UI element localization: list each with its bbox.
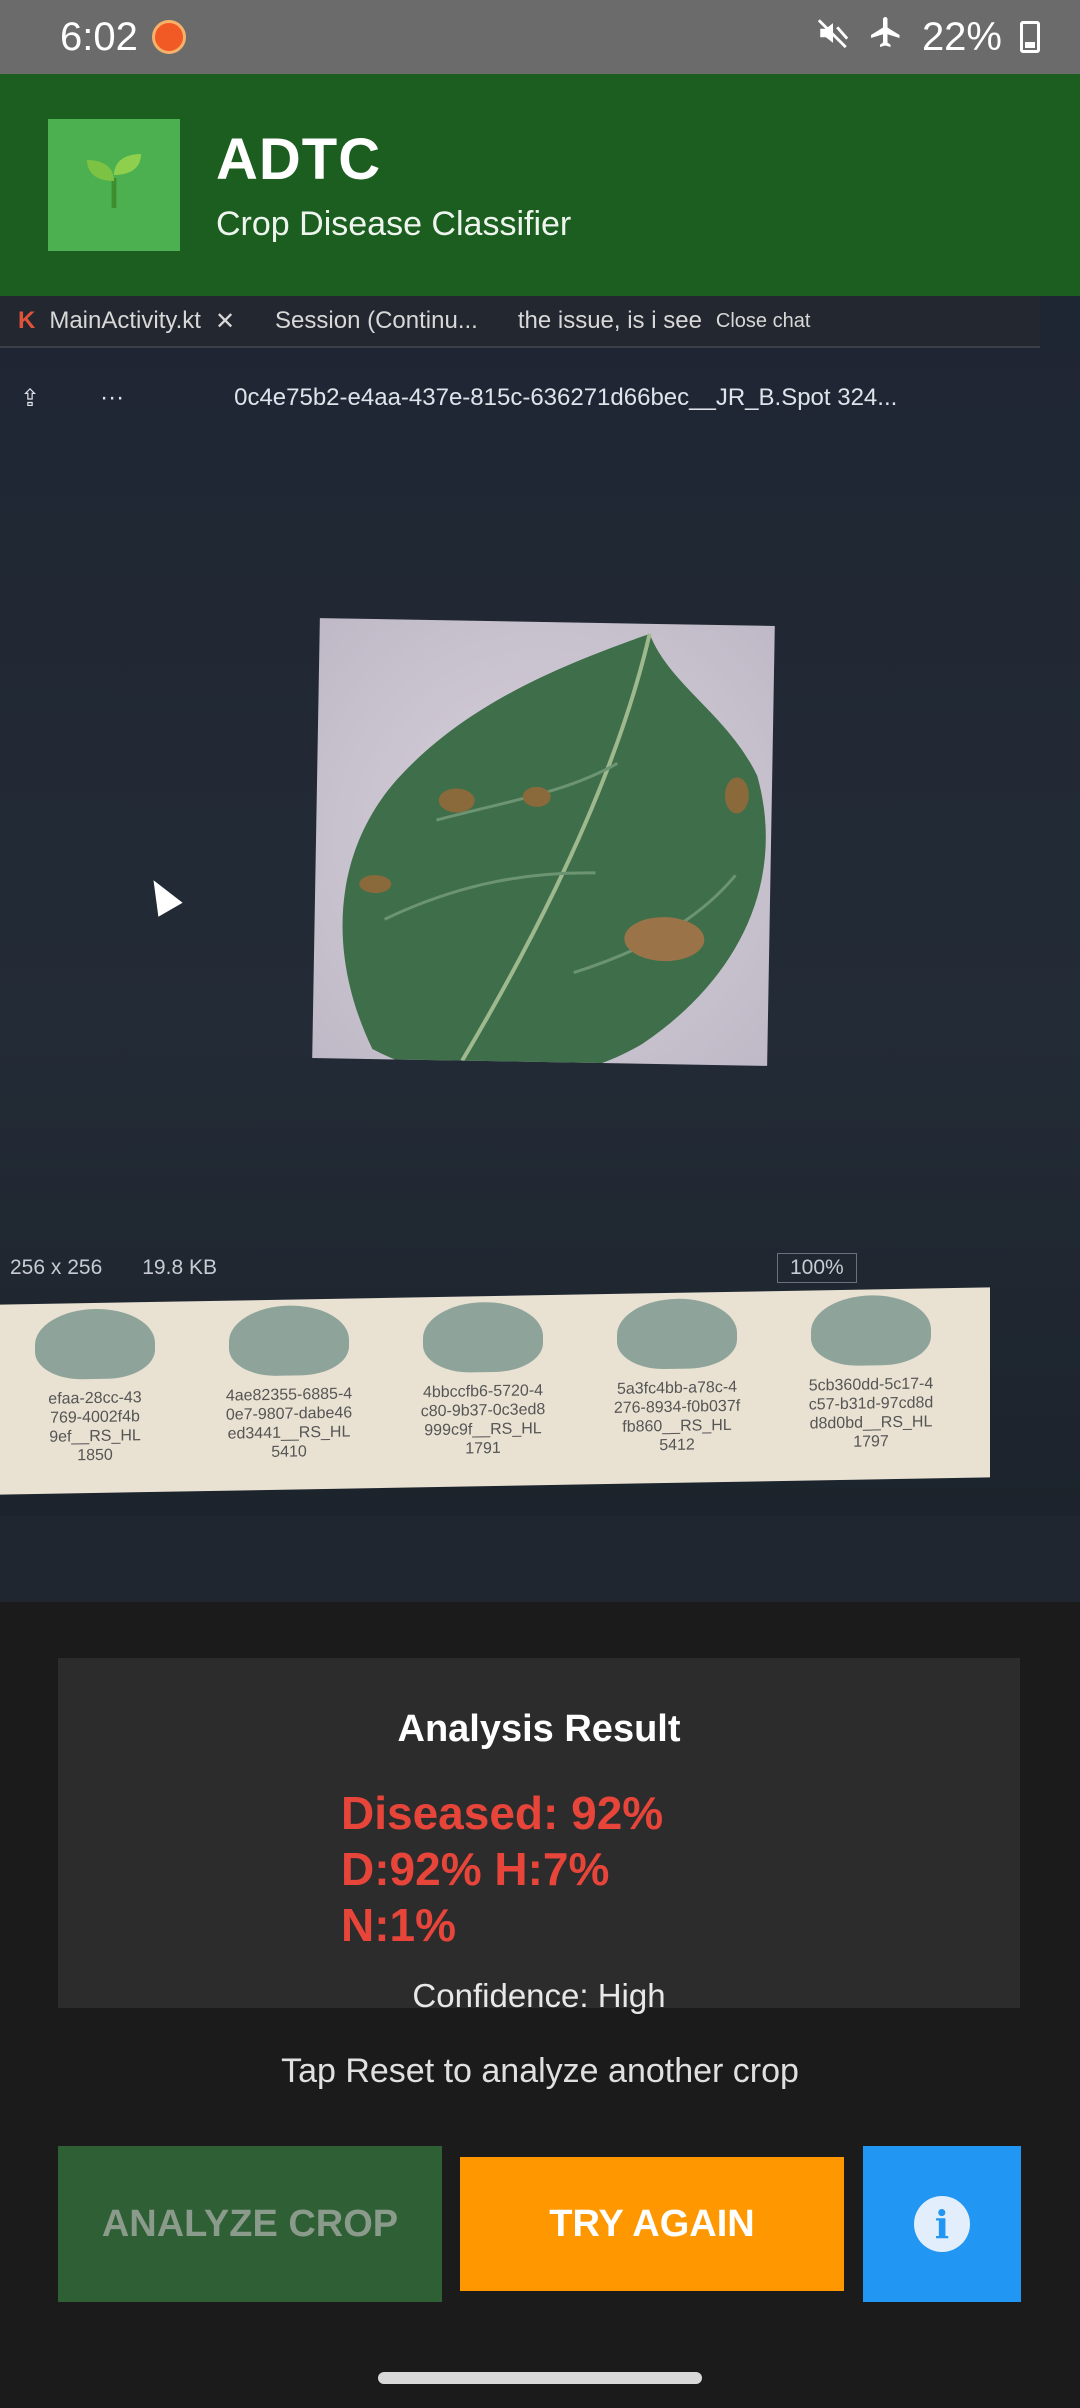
- photo-monitor: K MainActivity.kt ✕ Session (Continu... …: [0, 296, 1080, 1516]
- app-logo: [48, 119, 180, 251]
- status-time: 6:02: [60, 14, 138, 59]
- info-button[interactable]: i: [863, 2146, 1021, 2302]
- thumbnail-name-1: efaa-28cc-43: [48, 1389, 142, 1408]
- photo-file-size: 19.8 KB: [142, 1256, 217, 1279]
- thumbnail-name-3: d8d0bd__RS_HL: [809, 1413, 933, 1433]
- close-icon: ✕: [214, 307, 236, 335]
- thumbnail-name-4: 1797: [853, 1433, 889, 1451]
- captured-photo: K MainActivity.kt ✕ Session (Continu... …: [0, 296, 1080, 1602]
- thumbnail-name-2: 0e7-9807-dabe46: [225, 1404, 353, 1424]
- photo-thumbnails: efaa-28cc-43 769-4002f4b 9ef__RS_HL 1850 4a…: [0, 1287, 990, 1495]
- thumbnail-name-3: fb860__RS_HL: [622, 1416, 732, 1436]
- home-indicator[interactable]: [378, 2372, 702, 2384]
- thumbnail-name-1: 4ae82355-6885-4: [225, 1385, 353, 1405]
- battery-icon: [1020, 21, 1040, 53]
- thumbnail: 5a3fc4bb-a78c-4 276-8934-f0b037f fb860__RS…: [592, 1291, 762, 1484]
- photo-tab-main: K MainActivity.kt ✕: [18, 307, 235, 336]
- photo-tab-issue: the issue, is i see Close chat: [518, 307, 811, 335]
- thumbnail-leaf: [811, 1294, 931, 1367]
- photo-file-name: 0c4e75b2-e4aa-437e-815c-636271d66bec__JR…: [234, 384, 898, 411]
- thumbnail-leaf: [229, 1304, 349, 1377]
- thumbnail: 4bbccfb6-5720-4 c80-9b37-0c3ed8 999c9f__RS…: [398, 1295, 568, 1488]
- airplane-icon: [868, 14, 904, 60]
- try-again-button[interactable]: TRY AGAIN: [460, 2157, 844, 2291]
- result-diagnosis-block: Diseased: 92% D:92% H:7% N:1%: [341, 1785, 737, 1953]
- seedling-icon: [78, 142, 150, 229]
- leaf-image: [312, 618, 775, 1081]
- thumbnail-name-4: 5410: [271, 1443, 307, 1461]
- thumbnail-name-1: 5a3fc4bb-a78c-4: [616, 1378, 738, 1398]
- app-subtitle: Crop Disease Classifier: [216, 205, 572, 243]
- share-icon: ⇪: [20, 384, 41, 412]
- photo-tab-session-label: Session (Continu...: [275, 307, 478, 334]
- kotlin-icon: K: [18, 307, 36, 334]
- app-bar: ADTC Crop Disease Classifier: [0, 74, 1080, 296]
- app-title: ADTC: [216, 127, 382, 192]
- result-diagnosis: Diseased: 92%: [341, 1787, 664, 1839]
- result-confidence: Confidence: High: [412, 1977, 666, 2014]
- thumbnail-name-2: 276-8934-f0b037f: [613, 1397, 741, 1417]
- mute-icon: [816, 15, 850, 60]
- thumbnail: efaa-28cc-43 769-4002f4b 9ef__RS_HL 1850: [10, 1301, 180, 1494]
- thumbnail-name-4: 5412: [659, 1436, 695, 1455]
- thumbnail-name-4: 1850: [77, 1446, 113, 1465]
- status-bar: 6:02 22%: [0, 0, 1080, 74]
- photo-infobar: 256 x 256 19.8 KB 100%: [0, 1248, 1040, 1288]
- thumbnail-name-4: 1791: [465, 1439, 501, 1458]
- mouse-cursor-icon: [141, 873, 183, 917]
- photo-zoom: 100%: [776, 1253, 857, 1283]
- photo-dimensions: 256 x 256: [10, 1256, 103, 1279]
- info-icon: i: [914, 2196, 970, 2252]
- photo-tabbar: K MainActivity.kt ✕ Session (Continu... …: [0, 296, 1040, 348]
- photo-toolbar: ⇪ ··· 0c4e75b2-e4aa-437e-815c-636271d66b…: [0, 368, 1060, 428]
- thumbnail-name-2: c80-9b37-0c3ed8: [420, 1401, 546, 1421]
- thumbnail-leaf: [423, 1301, 543, 1374]
- battery-level: 22%: [921, 14, 1002, 59]
- thumbnail: 4ae82355-6885-4 0e7-9807-dabe46 ed3441__RS…: [204, 1298, 374, 1491]
- photo-close-chat: Close chat: [715, 309, 811, 332]
- thumbnail-leaf: [617, 1297, 737, 1370]
- thumbnail-name-1: 5cb360dd-5c17-4: [808, 1375, 934, 1395]
- analyze-crop-button[interactable]: ANALYZE CROP: [58, 2146, 442, 2302]
- thumbnail: 5cb360dd-5c17-4 c57-b31d-97cd8d d8d0bd__RS…: [786, 1288, 956, 1481]
- photo-tab-main-label: MainActivity.kt: [49, 307, 201, 334]
- status-left: 6:02: [60, 15, 186, 60]
- thumbnail-name-2: 769-4002f4b: [50, 1408, 140, 1427]
- result-title: Analysis Result: [397, 1708, 681, 1750]
- status-right: 22%: [816, 14, 1040, 60]
- more-icon: ···: [100, 384, 125, 411]
- reset-hint: Tap Reset to analyze another crop: [281, 2052, 799, 2090]
- result-card: Analysis Result Diseased: 92% D:92% H:7%…: [58, 1658, 1020, 2014]
- thumbnail-name-3: ed3441__RS_HL: [227, 1423, 351, 1443]
- screen-record-icon: [151, 20, 186, 54]
- photo-tab-issue-label: the issue, is i see: [517, 307, 702, 334]
- photo-tab-session: Session (Continu...: [275, 307, 478, 335]
- app-title-group: ADTC Crop Disease Classifier: [216, 126, 571, 244]
- thumbnail-name-3: 9ef__RS_HL: [49, 1427, 141, 1446]
- thumbnail-name-1: 4bbccfb6-5720-4: [422, 1382, 544, 1402]
- thumbnail-name-3: 999c9f__RS_HL: [424, 1420, 542, 1440]
- result-breakdown: D:92% H:7% N:1%: [341, 1843, 610, 1951]
- thumbnail-leaf: [35, 1307, 155, 1381]
- thumbnail-name-2: c57-b31d-97cd8d: [808, 1394, 934, 1414]
